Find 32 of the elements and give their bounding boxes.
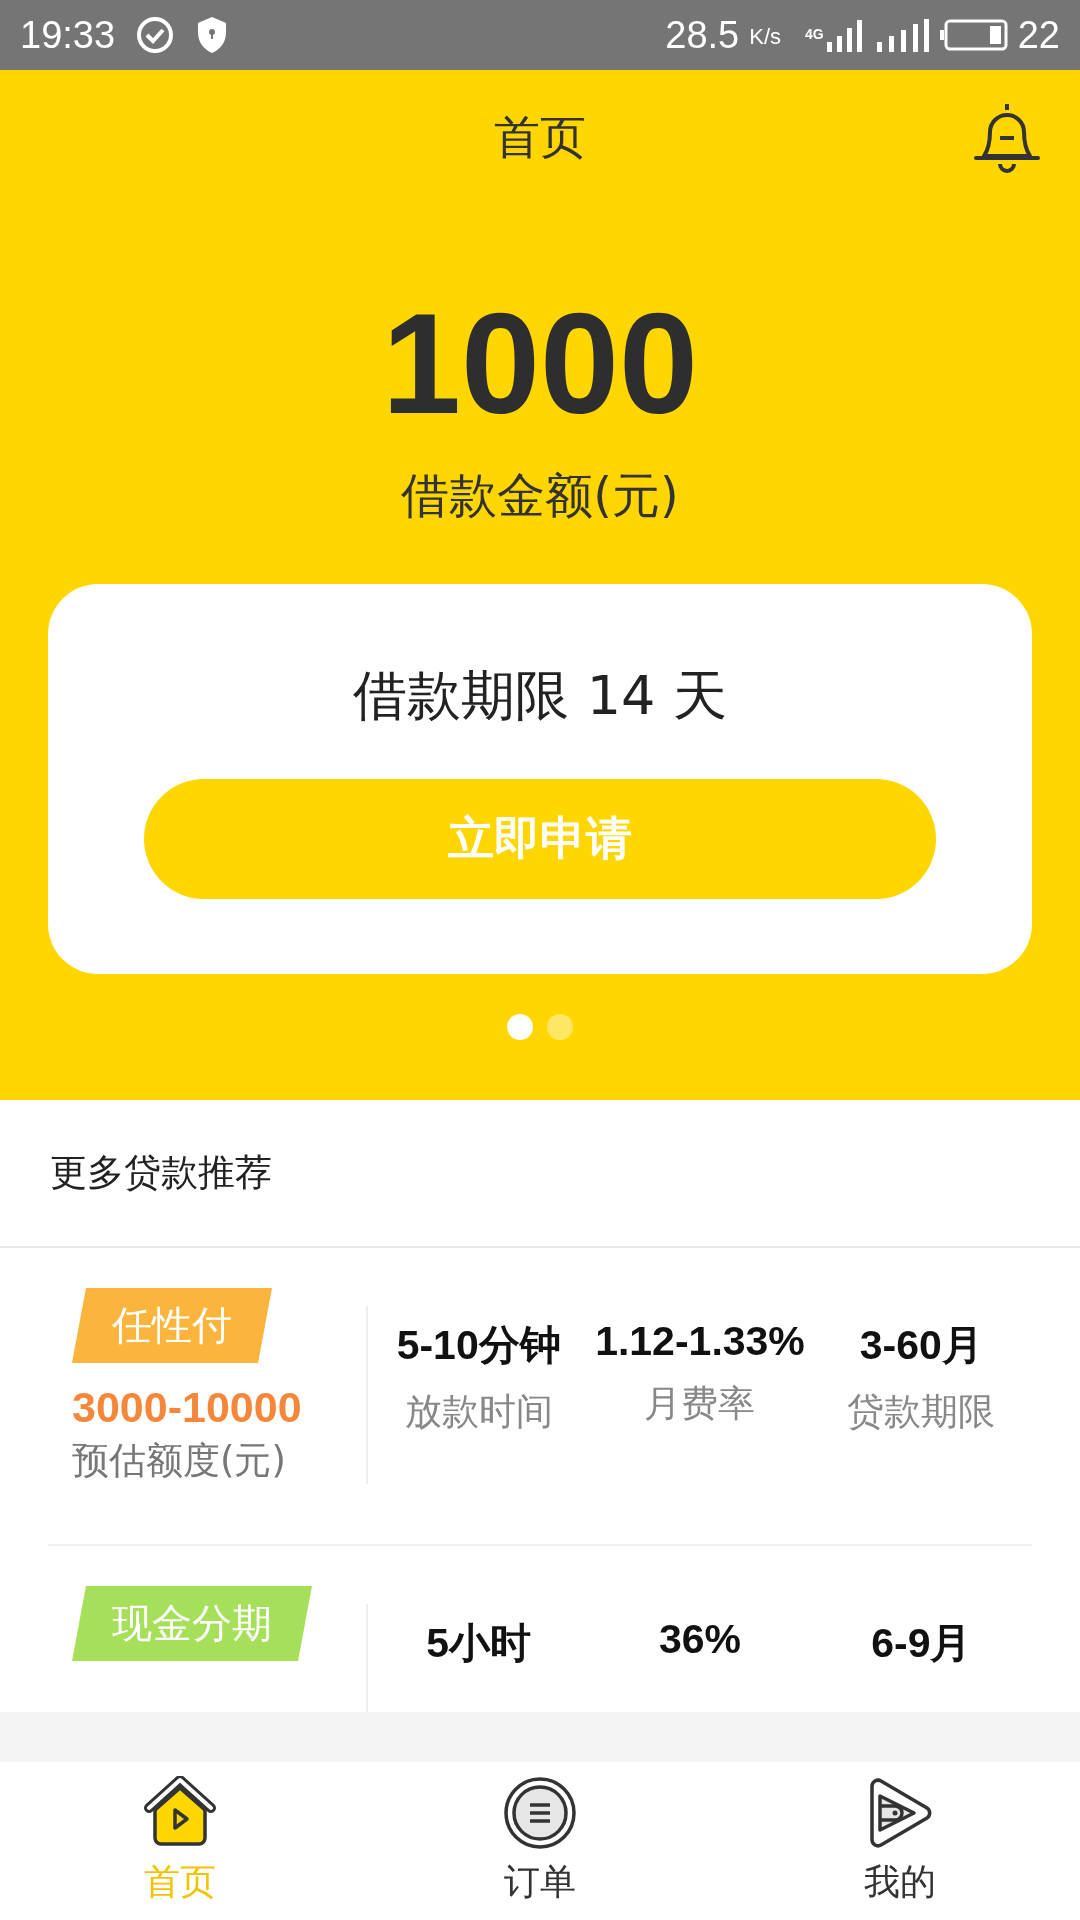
product-tag: 任性付 (72, 1288, 272, 1363)
play-triangle-icon (868, 1775, 932, 1850)
amount-label: 借款金额(元) (401, 466, 679, 526)
stat-label: 放款时间 (404, 1389, 553, 1435)
stat-value: 6-9月 (871, 1619, 972, 1668)
loan-amount: 1000 (382, 286, 698, 443)
list-circle-icon (503, 1775, 577, 1850)
stat-value: 5小时 (426, 1619, 532, 1668)
signal-icon (875, 18, 930, 52)
tab-item[interactable]: 我的 (720, 1762, 1080, 1920)
check-circle-icon (135, 15, 176, 55)
stat-value: 3-60月 (859, 1321, 983, 1370)
speed-unit: K/s (749, 23, 782, 50)
stat-label: 贷款期限 (847, 1389, 996, 1435)
network-type: 4G (805, 25, 824, 42)
tab-item[interactable]: 订单 (360, 1762, 720, 1920)
amount-caption: 预估额度(元) (72, 1438, 287, 1484)
status-time: 19:33 (20, 13, 116, 57)
section-title: 更多贷款推荐 (0, 1100, 1080, 1248)
loan-term: 借款期限 14 天 (353, 663, 727, 730)
carousel-dot[interactable] (547, 1014, 573, 1041)
network-speed: 28.5 (665, 13, 740, 57)
stat-value: 36% (658, 1616, 741, 1663)
stat-value: 1.12-1.33% (595, 1318, 805, 1365)
stat-value: 5-10分钟 (396, 1321, 561, 1370)
battery-icon (939, 18, 1008, 52)
carousel-dot[interactable] (507, 1014, 533, 1041)
product-tag: 现金分期 (72, 1586, 312, 1661)
stat-label: 月费率 (644, 1381, 756, 1427)
page-title: 首页 (494, 109, 586, 166)
battery-level: 22 (1017, 13, 1060, 57)
amount-range: 3000-10000 (72, 1383, 303, 1432)
